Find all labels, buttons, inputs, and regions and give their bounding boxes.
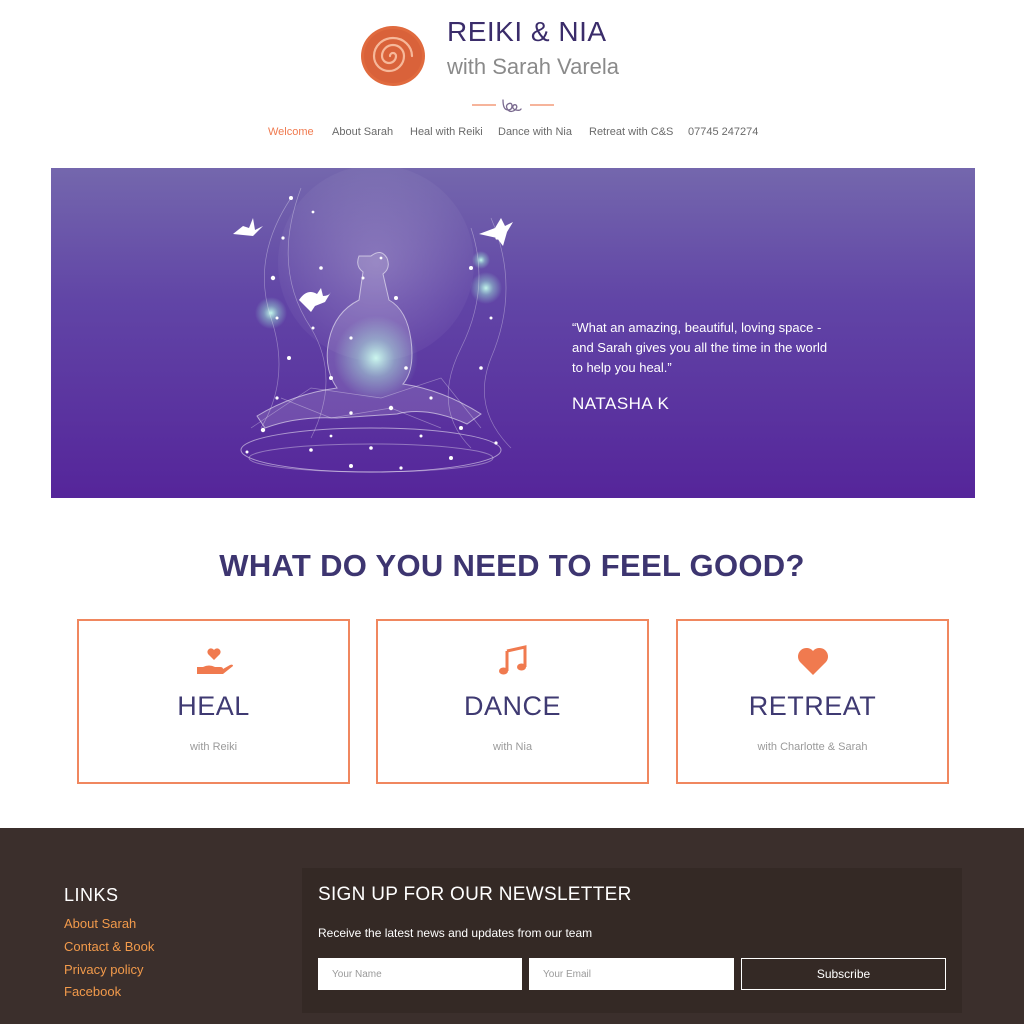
nav-welcome[interactable]: Welcome [268,126,314,138]
hero-banner: “What an amazing, beautiful, loving spac… [51,168,975,498]
brand-subtitle: with Sarah Varela [447,54,620,79]
heart-icon [797,647,828,675]
footer-link-contact-book[interactable]: Contact & Book [64,939,154,954]
footer-link-about-sarah[interactable]: About Sarah [64,916,136,931]
email-input[interactable] [529,958,734,990]
card-subtitle: with Charlotte & Sarah [757,741,868,753]
heart-hand-icon [196,648,233,674]
spiral-logo-icon[interactable] [360,24,426,88]
nav-retreat[interactable]: Retreat with C&S [589,126,673,138]
subscribe-button[interactable]: Subscribe [741,958,946,990]
testimonial-quote: “What an amazing, beautiful, loving spac… [572,320,828,375]
card-subtitle: with Reiki [189,741,238,753]
site-footer: LINKS About Sarah Contact & Book Privacy… [0,828,1024,1024]
card-heal[interactable]: HEAL with Reiki [77,619,350,784]
card-retreat[interactable]: RETREAT with Charlotte & Sarah [676,619,949,784]
newsletter-panel: SIGN UP FOR OUR NEWSLETTER Receive the l… [302,868,962,1013]
card-title: HEAL [177,691,250,721]
testimonial-author: NATASHA K [572,394,670,413]
links-heading: LINKS [64,885,119,905]
swirl-divider-icon [472,99,554,113]
music-note-icon [498,645,526,675]
footer-link-privacy-policy[interactable]: Privacy policy [64,962,143,977]
meditation-figure-illustration [233,168,513,473]
brand-title: REIKI & NIA [447,16,607,47]
newsletter-description: Receive the latest news and updates from… [318,926,593,940]
nav-about-sarah[interactable]: About Sarah [332,126,393,138]
nav-phone-number[interactable]: 07745 247274 [688,126,758,138]
card-title: RETREAT [748,691,877,721]
name-input[interactable] [318,958,522,990]
card-subtitle: with Nia [492,741,533,753]
footer-link-facebook[interactable]: Facebook [64,984,121,999]
newsletter-heading: SIGN UP FOR OUR NEWSLETTER [318,884,632,905]
card-title: DANCE [463,691,561,721]
nav-dance-with-nia[interactable]: Dance with Nia [498,126,572,138]
section-heading: WHAT DO YOU NEED TO FEEL GOOD? [219,548,805,583]
nav-heal-with-reiki[interactable]: Heal with Reiki [410,126,483,138]
card-dance[interactable]: DANCE with Nia [376,619,649,784]
